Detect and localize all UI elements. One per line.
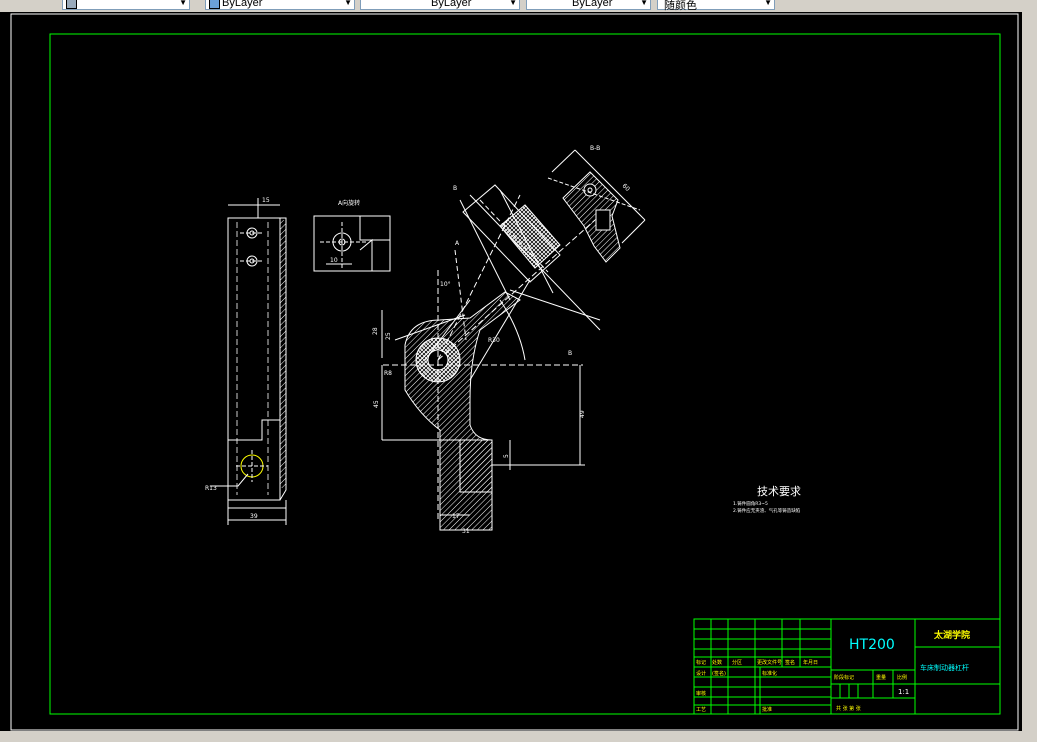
tb-sign: 签名 (785, 659, 795, 666)
tb-design: 设计 (696, 670, 706, 677)
section-bb (547, 149, 646, 263)
tb-design-sign: (签名) (712, 670, 726, 677)
drawing-canvas[interactable]: 15 39 R13 A向旋转 10 28 25 45 R8 17 31 5 49… (0, 12, 1022, 731)
dim-28: 28 (372, 327, 379, 335)
dim-45: 45 (373, 400, 380, 408)
dim-17: 17 (452, 513, 460, 520)
chevron-down-icon: ▼ (179, 0, 187, 7)
main-view (381, 184, 601, 531)
section-b-marker: B (568, 350, 572, 357)
tb-mark: 标记 (696, 659, 706, 666)
tech-requirement-2: 2.铸件应无夹渣、气孔等铸造缺陷 (733, 507, 801, 514)
tb-sheets: 共 张 第 张 (836, 705, 861, 712)
view-a-label: A向旋转 (338, 199, 360, 207)
layer-combo[interactable]: ▼ (62, 0, 190, 10)
color-combo[interactable]: ByLayer ▼ (205, 0, 355, 10)
dim-r8: R8 (384, 370, 392, 377)
tb-scale: 比例 (897, 674, 907, 681)
tb-weight: 重量 (876, 674, 886, 681)
horizontal-scrollbar[interactable] (0, 731, 1037, 742)
tb-process: 工艺 (696, 707, 706, 713)
material-label: HT200 (849, 637, 895, 653)
plotstyle-combo[interactable]: 随颜色 ▼ (657, 0, 775, 12)
view-a (313, 215, 391, 272)
tb-count: 处数 (712, 659, 722, 666)
tb-review: 审核 (696, 690, 706, 697)
school-name: 太湖学院 (933, 629, 970, 641)
left-view (210, 198, 287, 525)
tech-requirement-1: 1.铸件圆角R3~5 (733, 500, 768, 507)
part-name: 车床制动器杠杆 (920, 663, 969, 672)
vertical-scrollbar[interactable] (1022, 12, 1037, 731)
layer-state-icon (66, 0, 77, 9)
dim-left-radius: R13 (205, 485, 217, 492)
dim-view-a: 10 (330, 257, 338, 264)
dim-5: 5 (503, 454, 510, 458)
drawing-border (49, 33, 1001, 715)
section-bb-label: B-B (590, 145, 600, 152)
chevron-down-icon: ▼ (640, 0, 648, 7)
dim-r30: R30 (488, 337, 500, 344)
scale-value: 1:1 (898, 688, 909, 696)
dim-left-top: 15 (262, 197, 270, 204)
tb-approve: 批准 (762, 706, 772, 713)
chevron-down-icon: ▼ (344, 0, 352, 7)
section-a-marker: A (455, 240, 460, 247)
tb-date: 年月日 (803, 659, 818, 666)
dim-60: 60 (621, 182, 631, 192)
tb-standard: 标准化 (762, 670, 777, 677)
section-b-marker-top: B (453, 185, 457, 192)
dim-31: 31 (462, 528, 470, 535)
tb-change-doc: 更改文件号 (757, 659, 782, 666)
lineweight-combo[interactable]: ByLayer ▼ (526, 0, 651, 10)
linetype-combo[interactable]: ByLayer ▼ (360, 0, 520, 10)
cad-drawing: 15 39 R13 A向旋转 10 28 25 45 R8 17 31 5 49… (10, 13, 1019, 731)
tb-zone: 分区 (732, 659, 742, 666)
tb-stage: 阶段标记 (834, 674, 854, 681)
tech-requirements-title: 技术要求 (757, 485, 801, 498)
dim-10deg: 10° (440, 281, 451, 288)
chevron-down-icon: ▼ (509, 0, 517, 7)
dim-left-bottom: 39 (250, 513, 258, 520)
dim-49: 49 (579, 410, 586, 418)
color-swatch-icon (209, 0, 220, 9)
sheet-border (10, 13, 1019, 731)
chevron-down-icon: ▼ (764, 0, 772, 7)
dim-25: 25 (385, 332, 392, 340)
